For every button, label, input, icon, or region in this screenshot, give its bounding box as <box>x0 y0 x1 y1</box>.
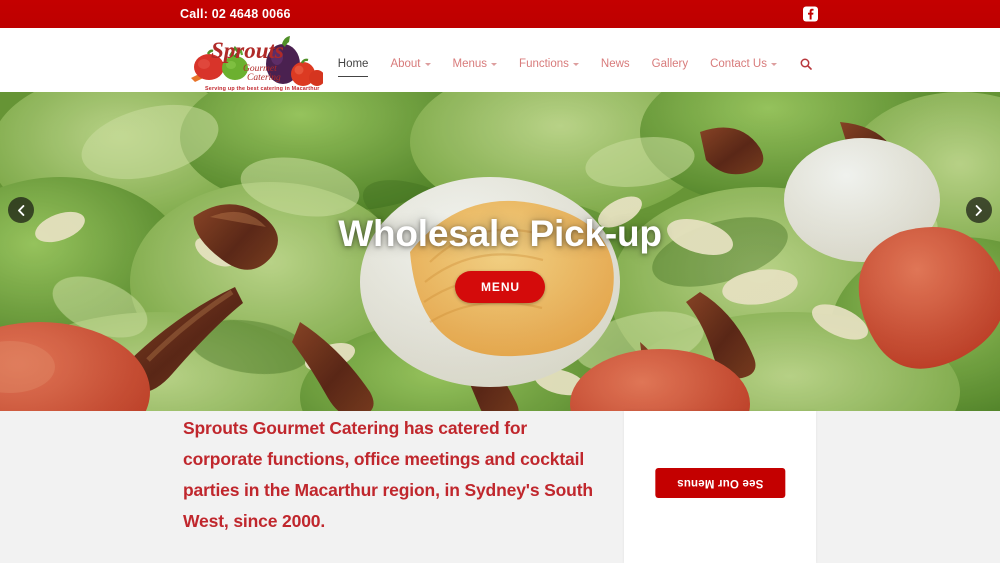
nav-item-gallery[interactable]: Gallery <box>641 56 699 72</box>
nav-item-contact-us[interactable]: Contact Us <box>699 56 788 72</box>
main-content: Sprouts Gourmet Catering has catered for… <box>0 411 1000 563</box>
nav-item-about[interactable]: About <box>379 56 441 72</box>
site-header: Sprouts Gourmet Catering Serving up the … <box>0 28 1000 92</box>
nav-item-functions[interactable]: Functions <box>508 56 590 72</box>
slider-prev-button[interactable] <box>8 197 34 223</box>
nav-item-label: Gallery <box>651 58 689 70</box>
primary-navigation: Home About Menus Functions News Gallery … <box>327 56 820 77</box>
hero-slider: Wholesale Pick-up MENU <box>0 92 1000 411</box>
nav-item-label: About <box>390 58 421 70</box>
top-bar: Call: 02 4648 0066 <box>0 0 1000 28</box>
hero-caption: Wholesale Pick-up MENU <box>0 213 1000 303</box>
chevron-down-icon <box>491 62 498 66</box>
slider-next-button[interactable] <box>966 197 992 223</box>
see-our-menus-button[interactable]: See Our Menus <box>654 468 786 498</box>
nav-item-news[interactable]: News <box>590 56 641 72</box>
side-card: See Our Menus <box>624 411 816 563</box>
hero-title: Wholesale Pick-up <box>338 213 662 254</box>
intro-paragraph: Sprouts Gourmet Catering has catered for… <box>183 418 593 531</box>
search-icon[interactable] <box>788 58 820 70</box>
phone-link[interactable]: Call: 02 4648 0066 <box>180 7 291 21</box>
site-logo[interactable]: Sprouts Gourmet Catering Serving up the … <box>183 30 323 92</box>
nav-item-home[interactable]: Home <box>327 56 380 77</box>
svg-text:Catering: Catering <box>247 73 281 83</box>
nav-item-label: Contact Us <box>710 58 767 70</box>
nav-item-menus[interactable]: Menus <box>442 56 509 72</box>
nav-item-label: Menus <box>452 58 488 70</box>
side-card-button-wrap: See Our Menus <box>624 468 816 498</box>
chevron-down-icon <box>424 62 431 66</box>
chevron-down-icon <box>572 62 579 66</box>
nav-item-label: Functions <box>519 58 569 70</box>
svg-text:Sprouts: Sprouts <box>211 38 284 63</box>
hero-menu-button[interactable]: MENU <box>455 270 545 303</box>
facebook-icon[interactable] <box>803 6 818 22</box>
nav-item-label: News <box>600 58 630 70</box>
nav-item-label: Home <box>337 58 369 70</box>
chevron-down-icon <box>771 62 777 66</box>
